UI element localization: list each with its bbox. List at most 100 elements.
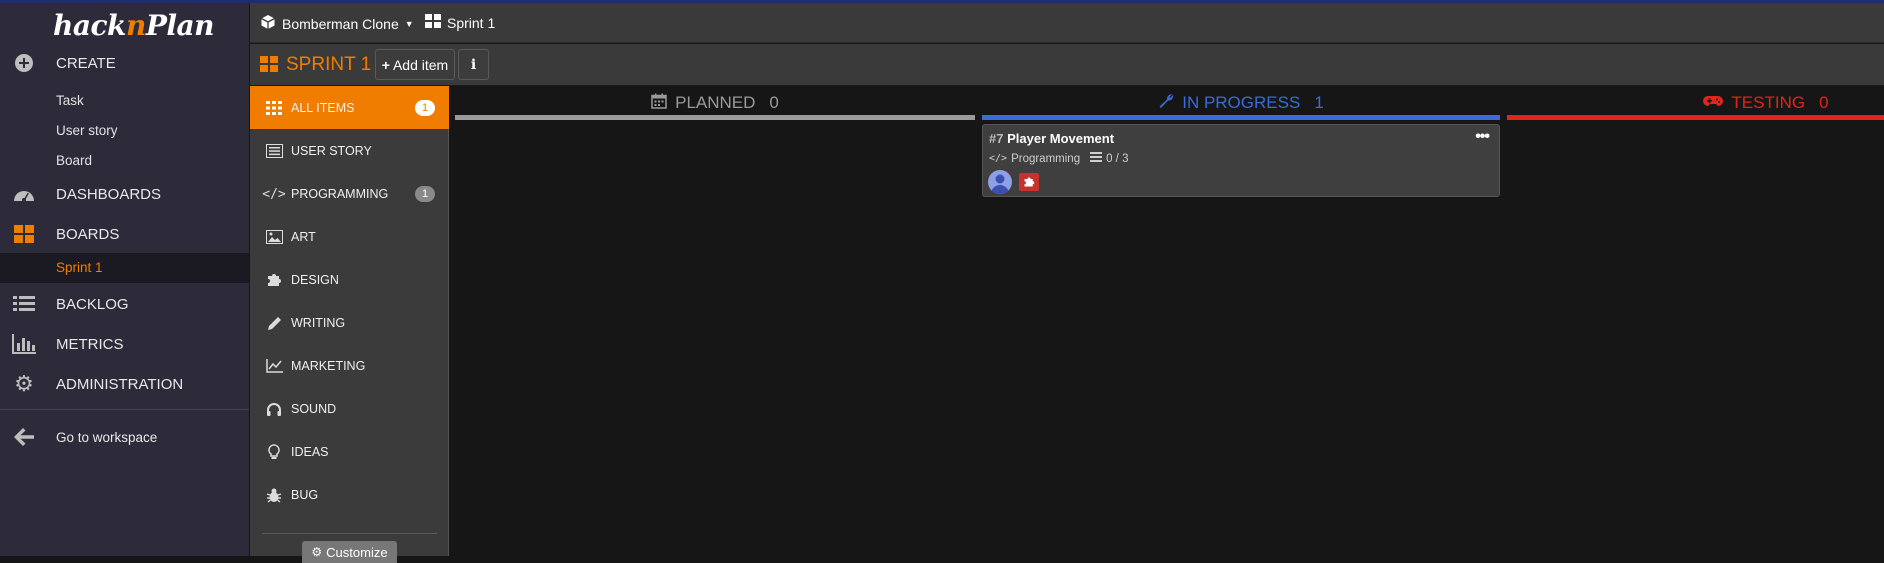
- category-bug[interactable]: BUG: [250, 473, 449, 516]
- column-count: 0: [1819, 93, 1829, 112]
- caret-down-icon: ▼: [404, 18, 414, 29]
- category-label: SOUND: [291, 402, 337, 416]
- board-header: SPRINT 1 + Add item i: [250, 44, 1884, 86]
- work-item-card[interactable]: #7 Player Movement ••• </> Programming 0…: [982, 124, 1500, 197]
- card-title-text: Player Movement: [1007, 131, 1115, 146]
- nav-create[interactable]: CREATE: [0, 43, 249, 83]
- dashboard-gauge-icon: [12, 184, 36, 204]
- column-planned-bar: [455, 115, 975, 120]
- category-label: WRITING: [291, 316, 346, 330]
- nav-backlog-label: BACKLOG: [56, 295, 129, 313]
- column-count: 1: [1314, 93, 1324, 112]
- go-to-workspace-label: Go to workspace: [56, 429, 158, 445]
- cube-icon: [260, 14, 276, 33]
- nav-administration[interactable]: ⚙ ADMINISTRATION: [0, 364, 249, 404]
- info-button[interactable]: i: [458, 49, 489, 80]
- breadcrumb-sprint[interactable]: Sprint 1: [425, 14, 495, 31]
- category-label: PROGRAMMING: [291, 187, 389, 201]
- add-item-button[interactable]: + Add item: [375, 49, 455, 80]
- category-design[interactable]: DESIGN: [250, 258, 449, 301]
- category-label: BUG: [291, 488, 319, 502]
- category-writing[interactable]: WRITING: [250, 301, 449, 344]
- main-sidebar: hacknPlan CREATE Task User story Board D…: [0, 3, 249, 556]
- calendar-icon: [651, 93, 667, 114]
- category-art[interactable]: ART: [250, 215, 449, 258]
- hacknplan-logo[interactable]: hacknPlan: [53, 9, 215, 42]
- info-icon: i: [470, 56, 477, 73]
- card-category: Programming: [1011, 152, 1081, 165]
- breadcrumb-sprint-label: Sprint 1: [447, 14, 496, 31]
- create-task[interactable]: Task: [0, 86, 249, 116]
- gear-icon: ⚙: [311, 545, 323, 559]
- create-board[interactable]: Board: [0, 146, 249, 176]
- category-sound[interactable]: SOUND: [250, 387, 449, 430]
- nav-metrics-label: METRICS: [56, 335, 124, 353]
- kanban-board: PLANNED 0 IN PROGRESS 1 TESTING 0 #7 Pla…: [450, 86, 1884, 556]
- column-label: TESTING: [1731, 93, 1806, 112]
- category-ideas[interactable]: IDEAS: [250, 430, 449, 473]
- category-filter-panel: ALL ITEMS 1 USER STORY </> PROGRAMMING 1…: [250, 86, 449, 563]
- nav-create-label: CREATE: [56, 54, 116, 72]
- code-icon: </>: [262, 186, 286, 202]
- count-badge: 1: [415, 186, 435, 202]
- column-in-progress-bar: [982, 115, 1500, 120]
- nav-metrics[interactable]: METRICS: [0, 324, 249, 364]
- card-menu-button[interactable]: •••: [1475, 128, 1490, 146]
- page-title: SPRINT 1: [286, 54, 372, 75]
- subtasks-icon: [1090, 152, 1103, 165]
- category-programming[interactable]: </> PROGRAMMING 1: [250, 172, 449, 215]
- category-label: USER STORY: [291, 144, 372, 158]
- category-all-items[interactable]: ALL ITEMS 1: [250, 86, 449, 129]
- category-divider: [262, 533, 437, 534]
- column-label: IN PROGRESS: [1182, 93, 1301, 112]
- puzzle-icon: [265, 271, 283, 289]
- plus-icon: +: [381, 56, 390, 73]
- gear-icon: ⚙: [14, 371, 34, 396]
- design-tag-icon: [1019, 173, 1039, 191]
- column-testing-bar: [1507, 115, 1884, 120]
- image-icon: [265, 228, 283, 246]
- card-title: #7 Player Movement: [989, 131, 1114, 146]
- project-name: Bomberman Clone: [282, 15, 399, 32]
- card-number: #7: [989, 131, 1004, 146]
- create-board-label: Board: [56, 153, 93, 168]
- add-item-label: Add item: [392, 56, 449, 73]
- create-user-story[interactable]: User story: [0, 116, 249, 146]
- project-selector[interactable]: Bomberman Clone ▼: [260, 14, 414, 33]
- go-to-workspace[interactable]: Go to workspace: [0, 417, 249, 457]
- board-sprint-1[interactable]: Sprint 1: [0, 253, 249, 283]
- list-icon: [12, 294, 36, 314]
- pencil-icon: [265, 314, 283, 332]
- headphones-icon: [265, 400, 283, 418]
- lightbulb-icon: [265, 443, 283, 461]
- category-label: IDEAS: [291, 445, 329, 459]
- nav-administration-label: ADMINISTRATION: [56, 375, 184, 393]
- board-icon: [425, 14, 441, 31]
- chart-line-icon: [265, 357, 283, 375]
- category-marketing[interactable]: MARKETING: [250, 344, 449, 387]
- count-badge: 1: [415, 100, 435, 116]
- boards-grid-icon: [12, 224, 36, 244]
- card-subtasks: 0 / 3: [1106, 152, 1129, 165]
- nav-dashboards[interactable]: DASHBOARDS: [0, 174, 249, 214]
- nav-boards[interactable]: BOARDS: [0, 214, 249, 254]
- board-header-icon: [260, 56, 278, 77]
- category-label: MARKETING: [291, 359, 366, 373]
- customize-button[interactable]: ⚙ Customize: [302, 541, 397, 563]
- category-label: ART: [291, 230, 316, 244]
- nav-dashboards-label: DASHBOARDS: [56, 185, 162, 203]
- top-bar: Bomberman Clone ▼ Sprint 1: [250, 3, 1884, 43]
- create-user-story-label: User story: [56, 123, 118, 138]
- category-label: ALL ITEMS: [291, 101, 355, 115]
- wrench-icon: [1158, 93, 1174, 114]
- gamepad-icon: [1703, 93, 1724, 113]
- column-count: 0: [769, 93, 779, 112]
- code-icon: </>: [989, 153, 1008, 164]
- category-user-story[interactable]: USER STORY: [250, 129, 449, 172]
- nav-backlog[interactable]: BACKLOG: [0, 284, 249, 324]
- avatar[interactable]: [988, 170, 1012, 194]
- arrow-left-icon: [12, 427, 36, 447]
- bug-icon: [265, 486, 283, 504]
- sidebar-divider: [0, 409, 249, 410]
- create-task-label: Task: [56, 93, 84, 108]
